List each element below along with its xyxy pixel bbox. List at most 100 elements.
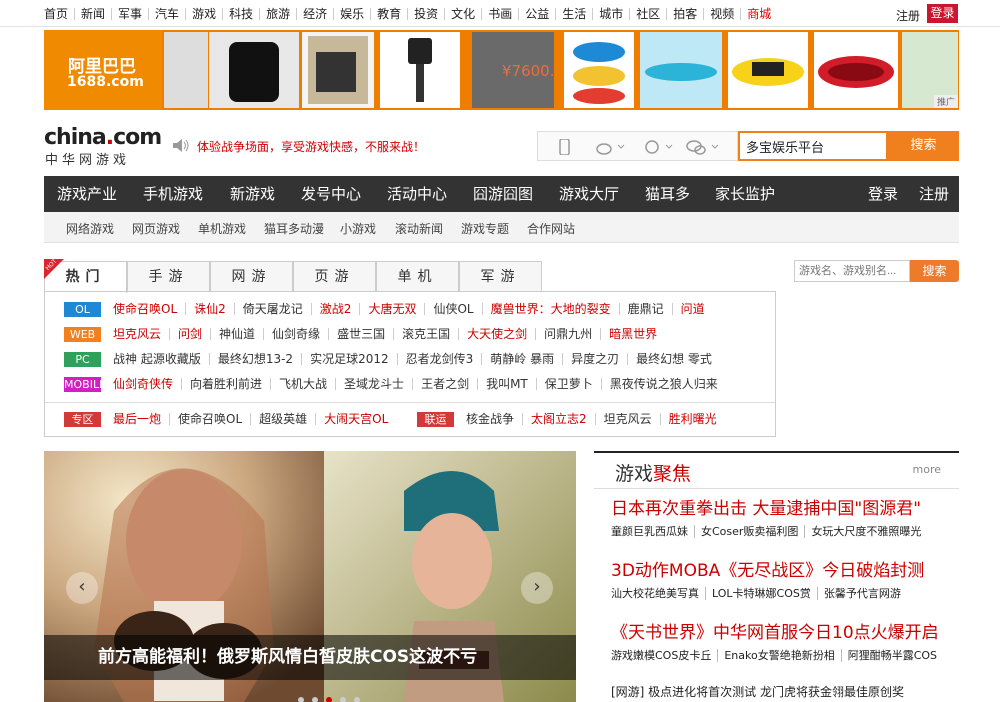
game-link[interactable]: 王者之剑 [413, 378, 479, 390]
game-link[interactable]: 最后一炮 [113, 413, 171, 425]
main-nav-item[interactable]: 家长监护 [715, 176, 775, 212]
top-nav-link[interactable]: 经济 [297, 7, 335, 20]
game-link[interactable]: 超级英雄 [251, 413, 317, 425]
top-nav-link[interactable]: 首页 [40, 7, 76, 20]
main-nav-register[interactable]: 注册 [919, 176, 949, 212]
game-link[interactable]: 实况足球2012 [302, 353, 398, 365]
main-nav-item[interactable]: 囧游囧图 [473, 176, 533, 212]
sub-nav-item[interactable]: 合作网站 [527, 220, 575, 237]
main-nav-item[interactable]: 发号中心 [301, 176, 361, 212]
top-nav-link[interactable]: 军事 [112, 7, 150, 20]
focus-sub-link[interactable]: LOL卡特琳娜COS赏 [706, 587, 818, 600]
focus-bottom-link[interactable]: [网游] 极点进化将首次测试 龙门虎将获金翎最佳原创奖 [611, 683, 904, 700]
game-link[interactable]: 诛仙2 [186, 303, 235, 315]
main-nav-item[interactable]: 新游戏 [230, 176, 275, 212]
slider-dot[interactable] [340, 697, 346, 702]
game-link[interactable]: 仙剑奇侠传 [113, 378, 183, 390]
focus-sub-link[interactable]: 游戏嫩模COS皮卡丘 [611, 649, 719, 662]
focus-headline[interactable]: 《天书世界》中华网首服今日10点火爆开启 [611, 618, 939, 643]
focus-sub-link[interactable]: 张馨予代言网游 [818, 587, 907, 600]
game-link[interactable]: 太阁立志2 [523, 413, 596, 425]
top-nav-link[interactable]: 汽车 [149, 7, 187, 20]
game-link[interactable]: 坦克风云 [596, 413, 661, 425]
image-slider[interactable]: ‹ › 前方高能福利！俄罗斯风情白皙皮肤COS这波不亏 [44, 451, 576, 702]
top-nav-link[interactable]: 科技 [223, 7, 261, 20]
game-link[interactable]: 胜利曙光 [661, 413, 725, 425]
game-link[interactable]: 仙剑奇缘 [264, 328, 330, 340]
top-nav-link[interactable]: 视频 [704, 7, 742, 20]
game-link[interactable]: 黑夜传说之狼人归来 [602, 378, 726, 390]
sub-nav-item[interactable]: 游戏专题 [461, 220, 509, 237]
sub-nav-item[interactable]: 单机游戏 [198, 220, 246, 237]
sub-nav-item[interactable]: 猫耳多动漫 [264, 220, 324, 237]
game-link[interactable]: 滚克王国 [394, 328, 460, 340]
site-search-button[interactable]: 搜索 [888, 131, 959, 161]
weibo-icon[interactable] [596, 139, 626, 155]
sub-nav-item[interactable]: 小游戏 [340, 220, 376, 237]
focus-sub-link[interactable]: 女玩大尺度不雅照曝光 [805, 525, 927, 538]
alibaba-ad-banner[interactable]: 阿里巴巴 1688.com ¥7600.00/ 推广 [44, 30, 959, 110]
game-link[interactable]: 坦克风云 [113, 328, 171, 340]
slide-caption[interactable]: 前方高能福利！俄罗斯风情白皙皮肤COS这波不亏 [44, 635, 576, 680]
game-link[interactable]: 最终幻想13-2 [210, 353, 303, 365]
slider-next-button[interactable]: › [521, 572, 553, 604]
game-link[interactable]: 圣域龙斗士 [336, 378, 414, 390]
sub-nav-item[interactable]: 滚动新闻 [395, 220, 443, 237]
slider-dot[interactable] [298, 697, 304, 702]
top-nav-link[interactable]: 社区 [630, 7, 668, 20]
main-nav-item[interactable]: 活动中心 [387, 176, 447, 212]
game-tab[interactable]: 军游 [459, 261, 542, 292]
main-nav-item[interactable]: 手机游戏 [143, 176, 203, 212]
slider-dot[interactable] [326, 697, 332, 702]
top-nav-link[interactable]: 城市 [593, 7, 631, 20]
top-nav-link[interactable]: 拍客 [667, 7, 705, 20]
game-link[interactable]: 最终幻想 零式 [628, 353, 720, 365]
game-link[interactable]: 神仙道 [211, 328, 265, 340]
wechat-icon[interactable] [686, 139, 720, 155]
mobile-icon[interactable] [556, 139, 572, 155]
main-nav-item[interactable]: 游戏产业 [57, 176, 117, 212]
game-link[interactable]: 鹿鼎记 [620, 303, 673, 315]
top-nav-link[interactable]: 投资 [408, 7, 446, 20]
site-logo[interactable]: china.com [44, 125, 162, 150]
game-link[interactable]: 问道 [673, 303, 713, 315]
game-link[interactable]: 战神 起源收藏版 [113, 353, 210, 365]
top-nav-link[interactable]: 教育 [371, 7, 409, 20]
game-link[interactable]: 萌静岭 暴雨 [482, 353, 564, 365]
top-nav-link[interactable]: 娱乐 [334, 7, 372, 20]
top-nav-link[interactable]: 旅游 [260, 7, 298, 20]
game-link[interactable]: 大唐无双 [360, 303, 426, 315]
game-link[interactable]: 异度之刃 [563, 353, 629, 365]
game-link[interactable]: 激战2 [312, 303, 361, 315]
game-tab[interactable]: 手游 [127, 261, 210, 292]
top-nav-link[interactable]: 文化 [445, 7, 483, 20]
game-search-input[interactable] [794, 260, 910, 282]
game-link[interactable]: 魔兽世界：大地的裂变 [483, 303, 620, 315]
sub-nav-item[interactable]: 网络游戏 [66, 220, 114, 237]
game-link[interactable]: 大闹天宫OL [316, 413, 396, 425]
focus-headline[interactable]: 日本再次重拳出击 大量逮捕中国"图源君" [611, 494, 921, 519]
game-link[interactable]: 向着胜利前进 [182, 378, 272, 390]
site-search-input[interactable] [738, 131, 888, 161]
focus-headline[interactable]: 3D动作MOBA《无尽战区》今日破焰封测 [611, 556, 924, 581]
top-register-link[interactable]: 注册 [896, 7, 920, 24]
game-link[interactable]: 忍者龙剑传3 [398, 353, 483, 365]
top-nav-link[interactable]: 生活 [556, 7, 594, 20]
main-nav-item[interactable]: 猫耳多 [645, 176, 690, 212]
pinterest-icon[interactable] [644, 139, 674, 155]
main-nav-item[interactable]: 游戏大厅 [559, 176, 619, 212]
game-link[interactable]: 核金战争 [466, 413, 524, 425]
game-link[interactable]: 大天使之剑 [459, 328, 537, 340]
game-link[interactable]: 暗黑世界 [601, 328, 665, 340]
slider-dot[interactable] [312, 697, 318, 702]
sub-nav-item[interactable]: 网页游戏 [132, 220, 180, 237]
focus-more-link[interactable]: more [913, 463, 942, 476]
game-link[interactable]: 使命召唤OL [170, 413, 252, 425]
game-link[interactable]: 问鼎九州 [536, 328, 602, 340]
game-tab[interactable]: 单机 [376, 261, 459, 292]
game-link[interactable]: 盛世三国 [329, 328, 395, 340]
game-tab[interactable]: 网游 [210, 261, 293, 292]
game-link[interactable]: 我叫MT [478, 378, 537, 390]
slider-dot[interactable] [354, 697, 360, 702]
top-nav-link[interactable]: 书画 [482, 7, 520, 20]
